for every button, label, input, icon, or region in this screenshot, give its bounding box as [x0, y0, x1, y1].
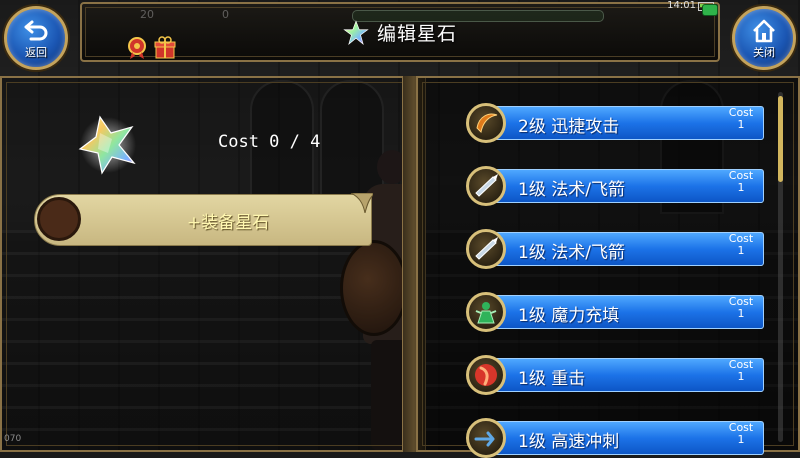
dash-icon	[466, 418, 506, 458]
stone-list-item[interactable]: 1级 魔力充填 Cost 1	[466, 292, 764, 332]
equip-stone-button-label: +装备星石	[186, 213, 270, 233]
stone-cost: Cost 1	[728, 421, 754, 446]
return-arrow-icon	[24, 20, 48, 41]
stone-cost: Cost 1	[728, 358, 754, 383]
gift-box-icon[interactable]	[154, 36, 176, 60]
stone-item-label: 1级 法术/飞箭	[518, 243, 625, 263]
stone-list-item[interactable]: 2级 迅捷攻击 Cost 1	[466, 103, 764, 143]
equipped-stones-panel	[0, 76, 410, 452]
stone-item-label: 1级 高速冲刺	[518, 432, 620, 452]
close-button[interactable]: 关闭	[732, 6, 796, 70]
close-button-label: 关闭	[753, 46, 775, 59]
stone-list-item[interactable]: 1级 重击 Cost 1	[466, 355, 764, 395]
stone-item-label: 1级 法术/飞箭	[518, 180, 625, 200]
star-stone-icon	[343, 19, 369, 45]
ornament-corner-icon	[350, 193, 373, 213]
stone-list-item[interactable]: 1级 高速冲刺 Cost 1	[466, 418, 764, 458]
home-icon	[753, 19, 775, 43]
back-button-label: 返回	[25, 46, 47, 59]
stone-list-item[interactable]: 1级 法术/飞箭 Cost 1	[466, 166, 764, 206]
stone-cost: Cost 1	[728, 169, 754, 194]
back-button[interactable]: 返回	[4, 6, 68, 70]
medal-icon[interactable]	[126, 36, 148, 60]
header-bar: 20 0 编辑星石	[80, 2, 720, 62]
connection-icon	[702, 4, 718, 16]
version-text: 070	[4, 434, 22, 444]
heavy-strike-icon	[466, 355, 506, 395]
stone-list-item[interactable]: 1级 法术/飞箭 Cost 1	[466, 229, 764, 269]
star-stone-large-icon	[78, 115, 136, 175]
mana-fill-icon	[466, 292, 506, 332]
empty-stone-socket	[37, 197, 81, 241]
status-clock: 14:01	[667, 0, 696, 11]
stone-item-label: 2级 迅捷攻击	[518, 117, 620, 137]
stone-item-label: 1级 重击	[518, 369, 586, 389]
cost-summary: Cost 0 / 4	[218, 132, 321, 152]
swift-attack-icon	[466, 103, 506, 143]
equip-stone-button[interactable]: +装备星石	[34, 193, 373, 246]
page-title: 编辑星石	[376, 23, 457, 45]
stone-cost: Cost 1	[728, 295, 754, 320]
list-scrollbar-thumb[interactable]	[778, 96, 783, 182]
stone-item-label: 1级 魔力充填	[518, 306, 620, 326]
stone-cost: Cost 1	[728, 232, 754, 257]
page-title-group: 编辑星石	[82, 19, 718, 46]
spell-arrow-icon	[466, 229, 506, 269]
stone-cost: Cost 1	[728, 106, 754, 131]
spell-arrow-icon	[466, 166, 506, 206]
